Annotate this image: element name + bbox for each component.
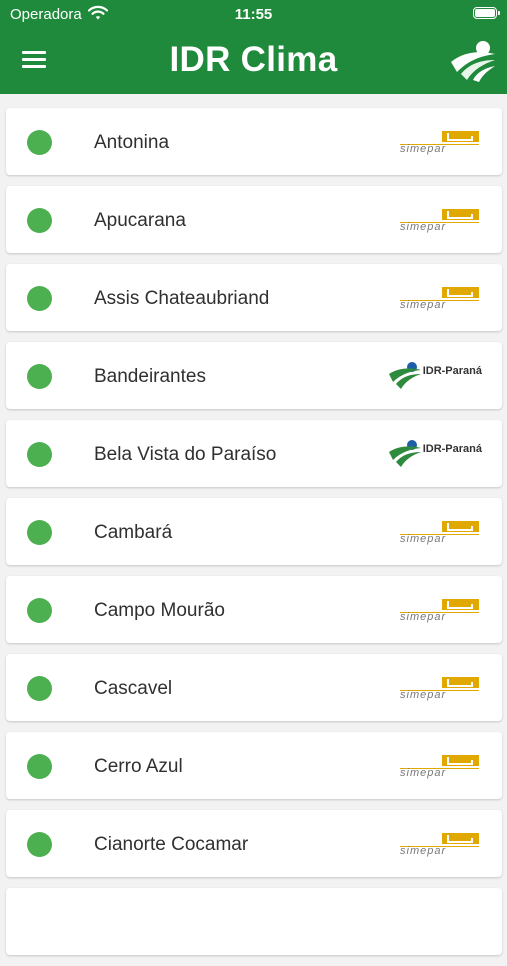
station-card[interactable]: Bandeirantes IDR-Paraná	[6, 342, 502, 409]
station-name: Cianorte Cocamar	[94, 834, 249, 855]
station-card[interactable]: Cerro Azul simepar	[6, 732, 502, 799]
idr-parana-logo: IDR-Paraná	[388, 360, 482, 390]
station-card[interactable]: Cianorte Cocamar simepar	[6, 810, 502, 877]
simepar-logo-text: simepar	[400, 845, 447, 857]
station-name: Apucarana	[94, 210, 186, 231]
idr-leaf-logo	[449, 38, 497, 82]
station-name: Cascavel	[94, 678, 173, 699]
station-name: Cerro Azul	[94, 756, 183, 777]
station-name: Campo Mourão	[94, 600, 225, 621]
page-title: IDR Clima	[169, 40, 338, 79]
simepar-logo-text: simepar	[400, 299, 447, 311]
status-dot	[27, 286, 52, 311]
station-card[interactable]: Cascavel simepar	[6, 654, 502, 721]
station-card[interactable]: Antonina simepar	[6, 108, 502, 175]
simepar-logo: simepar	[400, 832, 480, 863]
simepar-logo: simepar	[400, 520, 480, 551]
simepar-logo: simepar	[400, 208, 480, 239]
simepar-logo-text: simepar	[400, 143, 447, 155]
simepar-logo-text: simepar	[400, 221, 447, 233]
station-card[interactable]	[6, 888, 502, 955]
battery-icon	[473, 7, 500, 19]
station-name: Antonina	[94, 132, 170, 153]
status-dot	[27, 364, 52, 389]
simepar-logo-text: simepar	[400, 611, 447, 623]
station-name: Assis Chateaubriand	[94, 288, 270, 309]
station-card[interactable]: Campo Mourão simepar	[6, 576, 502, 643]
station-name: Bandeirantes	[94, 366, 206, 387]
simepar-logo-text: simepar	[400, 767, 447, 779]
idr-parana-logo: IDR-Paraná	[388, 438, 482, 468]
status-dot	[27, 754, 52, 779]
simepar-logo: simepar	[400, 130, 480, 161]
station-card[interactable]: Assis Chateaubriand simepar	[6, 264, 502, 331]
status-dot	[27, 130, 52, 155]
simepar-logo: simepar	[400, 286, 480, 317]
idr-logo-text: IDR-Paraná	[422, 443, 482, 455]
station-card[interactable]: Bela Vista do Paraíso IDR-Paraná	[6, 420, 502, 487]
simepar-logo: simepar	[400, 676, 480, 707]
clock: 11:55	[234, 6, 273, 23]
status-dot	[27, 598, 52, 623]
simepar-logo: simepar	[400, 754, 480, 785]
status-dot	[27, 442, 52, 467]
status-dot	[27, 832, 52, 857]
station-card[interactable]: Cambará simepar	[6, 498, 502, 565]
status-dot	[27, 520, 52, 545]
station-list: Antonina simepar Apucarana simepar Assis Cha…	[6, 108, 502, 966]
status-dot	[27, 676, 52, 701]
status-bar: Operadora 11:55	[0, 0, 507, 28]
app-header: Operadora 11:55 IDR Clima	[0, 0, 507, 94]
simepar-logo-text: simepar	[400, 533, 447, 545]
status-dot	[27, 208, 52, 233]
station-name: Bela Vista do Paraíso	[94, 444, 277, 465]
station-card[interactable]: Apucarana simepar	[6, 186, 502, 253]
idr-logo-text: IDR-Paraná	[422, 365, 482, 377]
simepar-logo-text: simepar	[400, 689, 447, 701]
station-name: Cambará	[94, 522, 173, 543]
simepar-logo: simepar	[400, 598, 480, 629]
